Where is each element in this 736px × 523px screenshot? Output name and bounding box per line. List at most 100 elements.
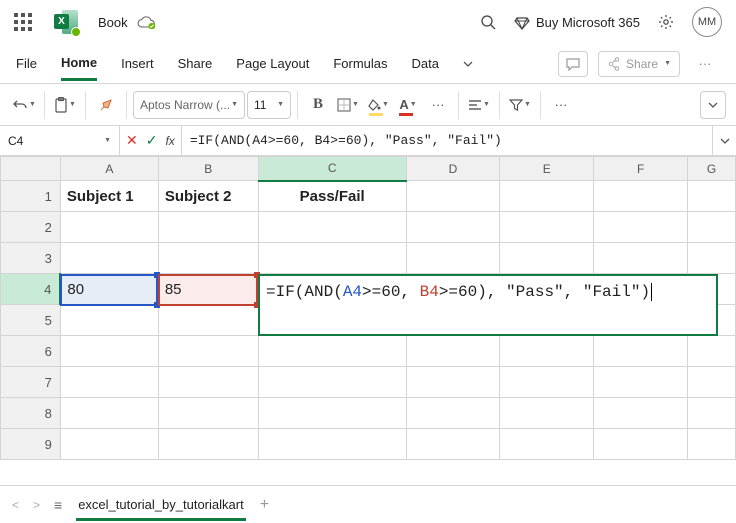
cell-f1[interactable] (594, 181, 688, 212)
cell-c8[interactable] (258, 398, 406, 429)
more-font-button[interactable]: ··· (424, 91, 452, 119)
cell-b9[interactable] (158, 429, 258, 460)
chevron-down-icon[interactable] (463, 59, 473, 69)
comments-button[interactable] (558, 51, 588, 77)
cell-c9[interactable] (258, 429, 406, 460)
cell-c1[interactable]: Pass/Fail (258, 181, 406, 212)
cell-c3[interactable] (258, 243, 406, 274)
filter-button[interactable]: ▼ (506, 91, 534, 119)
cell-g9[interactable] (688, 429, 736, 460)
fill-color-button[interactable]: ▼ (364, 91, 392, 119)
more-tools-button[interactable]: ··· (547, 91, 575, 119)
cloud-saved-icon[interactable] (136, 15, 156, 29)
tab-page-layout[interactable]: Page Layout (236, 48, 309, 79)
borders-button[interactable]: ▼ (334, 91, 362, 119)
tab-formulas[interactable]: Formulas (333, 48, 387, 79)
select-all-corner[interactable] (1, 157, 61, 181)
cell-a4[interactable]: 80 (60, 274, 158, 305)
more-button[interactable]: ··· (690, 51, 720, 77)
cell-c2[interactable] (258, 212, 406, 243)
cell-e7[interactable] (500, 367, 594, 398)
cell-g3[interactable] (688, 243, 736, 274)
align-button[interactable]: ▼ (465, 91, 493, 119)
row-header-2[interactable]: 2 (1, 212, 61, 243)
fx-icon[interactable]: fx (165, 134, 174, 148)
cell-a1[interactable]: Subject 1 (60, 181, 158, 212)
cell-a3[interactable] (60, 243, 158, 274)
cell-e2[interactable] (500, 212, 594, 243)
cell-a7[interactable] (60, 367, 158, 398)
cell-f3[interactable] (594, 243, 688, 274)
cell-e6[interactable] (500, 336, 594, 367)
cell-e8[interactable] (500, 398, 594, 429)
col-header-a[interactable]: A (60, 157, 158, 181)
cell-g6[interactable] (688, 336, 736, 367)
spreadsheet-grid[interactable]: A B C D E F G 1Subject 1Subject 2Pass/Fa… (0, 156, 736, 476)
cell-editor[interactable]: =IF(AND(A4>=60, B4>=60), "Pass", "Fail") (258, 274, 718, 336)
cancel-icon[interactable]: ✕ (126, 132, 138, 149)
row-header-3[interactable]: 3 (1, 243, 61, 274)
font-family-select[interactable]: Aptos Narrow (...▼ (133, 91, 245, 119)
document-title[interactable]: Book (98, 15, 128, 30)
cell-e1[interactable] (500, 181, 594, 212)
cell-g8[interactable] (688, 398, 736, 429)
buy-microsoft-365-button[interactable]: Buy Microsoft 365 (514, 14, 640, 30)
name-box[interactable]: C4▼ (0, 126, 120, 155)
cell-d8[interactable] (406, 398, 500, 429)
cell-b7[interactable] (158, 367, 258, 398)
cell-d3[interactable] (406, 243, 500, 274)
font-color-button[interactable]: A▼ (394, 91, 422, 119)
share-button[interactable]: Share ▼ (598, 51, 680, 77)
cell-d9[interactable] (406, 429, 500, 460)
sheet-tab[interactable]: excel_tutorial_by_tutorialkart (76, 489, 245, 521)
cell-f9[interactable] (594, 429, 688, 460)
cell-a9[interactable] (60, 429, 158, 460)
col-header-e[interactable]: E (500, 157, 594, 181)
cell-b6[interactable] (158, 336, 258, 367)
row-header-1[interactable]: 1 (1, 181, 61, 212)
cell-b4[interactable]: 85 (158, 274, 258, 305)
formula-input[interactable]: =IF(AND(A4>=60, B4>=60), "Pass", "Fail") (182, 126, 712, 155)
cell-d7[interactable] (406, 367, 500, 398)
undo-button[interactable]: ▼ (10, 91, 38, 119)
cell-a6[interactable] (60, 336, 158, 367)
col-header-c[interactable]: C (258, 157, 406, 181)
row-header-6[interactable]: 6 (1, 336, 61, 367)
expand-formula-bar-button[interactable] (712, 126, 736, 155)
all-sheets-button[interactable]: ≡ (54, 497, 62, 513)
search-icon[interactable] (480, 14, 496, 30)
gear-icon[interactable] (658, 14, 674, 30)
tab-file[interactable]: File (16, 48, 37, 79)
col-header-b[interactable]: B (158, 157, 258, 181)
tab-data[interactable]: Data (412, 48, 439, 79)
cell-c7[interactable] (258, 367, 406, 398)
cell-f2[interactable] (594, 212, 688, 243)
add-sheet-button[interactable]: + (260, 496, 269, 514)
sheet-nav-prev[interactable]: < (12, 498, 19, 512)
tab-home[interactable]: Home (61, 47, 97, 81)
cell-e3[interactable] (500, 243, 594, 274)
cell-c6[interactable] (258, 336, 406, 367)
cell-g7[interactable] (688, 367, 736, 398)
sheet-nav-next[interactable]: > (33, 498, 40, 512)
tab-insert[interactable]: Insert (121, 48, 154, 79)
format-painter-button[interactable] (92, 91, 120, 119)
cell-f7[interactable] (594, 367, 688, 398)
row-header-9[interactable]: 9 (1, 429, 61, 460)
col-header-g[interactable]: G (688, 157, 736, 181)
app-launcher-icon[interactable] (14, 13, 32, 31)
cell-a8[interactable] (60, 398, 158, 429)
bold-button[interactable]: B (304, 91, 332, 119)
row-header-8[interactable]: 8 (1, 398, 61, 429)
cell-b8[interactable] (158, 398, 258, 429)
row-header-5[interactable]: 5 (1, 305, 61, 336)
cell-d2[interactable] (406, 212, 500, 243)
cell-d6[interactable] (406, 336, 500, 367)
tab-share[interactable]: Share (178, 48, 213, 79)
col-header-d[interactable]: D (406, 157, 500, 181)
expand-ribbon-button[interactable] (700, 91, 726, 119)
cell-f6[interactable] (594, 336, 688, 367)
cell-a2[interactable] (60, 212, 158, 243)
cell-g1[interactable] (688, 181, 736, 212)
cell-b5[interactable] (158, 305, 258, 336)
